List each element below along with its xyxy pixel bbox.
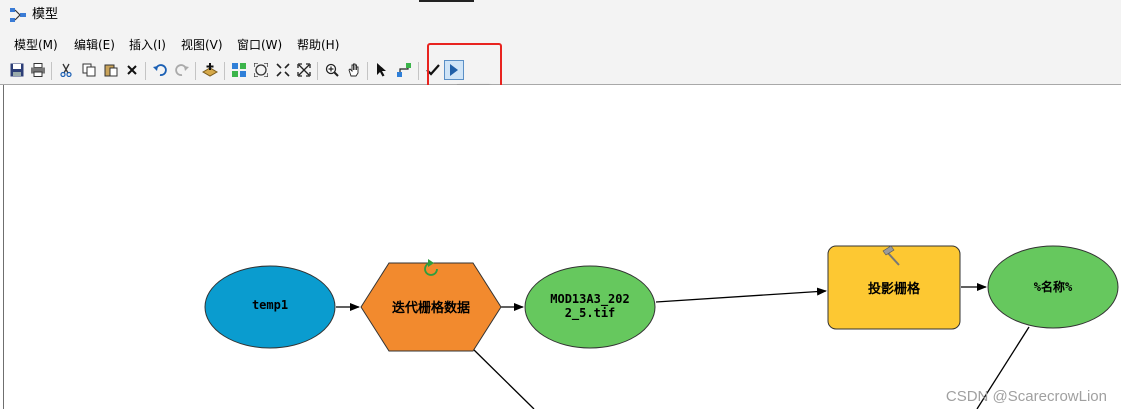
node-project-raster-label: 投影栅格 — [867, 282, 920, 297]
menu-edit[interactable]: 编辑(E) — [74, 37, 115, 53]
toolbar-separator — [224, 62, 225, 80]
undo-icon[interactable] — [150, 60, 170, 80]
model-diagram — [204, 245, 1119, 409]
delete-icon[interactable] — [122, 60, 142, 80]
watermark: CSDN @ScarecrowLion — [945, 388, 1107, 405]
add-data-icon[interactable] — [200, 60, 220, 80]
copy-icon[interactable] — [79, 60, 99, 80]
toolbar-separator — [367, 62, 368, 80]
menu-model[interactable]: 模型(M) — [14, 37, 58, 53]
pan-icon[interactable] — [344, 60, 364, 80]
toolbar-separator — [51, 62, 52, 80]
cut-icon[interactable] — [56, 60, 76, 80]
node-raster-output-label: MOD13A3_202 2_5.tif — [550, 292, 630, 320]
toolbar — [0, 58, 1121, 85]
title-bar: 模型 — [0, 0, 1121, 32]
toolbar-separator — [317, 62, 318, 80]
paste-icon[interactable] — [101, 60, 121, 80]
menu-view[interactable]: 视图(V) — [181, 37, 223, 53]
zoom-in-icon[interactable] — [322, 60, 342, 80]
menu-bar: 模型(M) 编辑(E) 插入(I) 视图(V) 窗口(W) 帮助(H) — [0, 32, 1121, 58]
redo-icon[interactable] — [172, 60, 192, 80]
full-extent-icon[interactable] — [251, 60, 271, 80]
toolbar-separator — [145, 62, 146, 80]
save-icon[interactable] — [7, 60, 27, 80]
toolbar-separator — [418, 62, 419, 80]
menu-window[interactable]: 窗口(W) — [237, 37, 282, 53]
node-iterate-raster-label: 迭代栅格数据 — [391, 301, 470, 316]
window-title: 模型 — [32, 7, 59, 22]
model-app-icon — [10, 8, 26, 22]
menu-insert[interactable]: 插入(I) — [129, 37, 166, 53]
zoom-fixed-out-icon[interactable] — [294, 60, 314, 80]
print-icon[interactable] — [28, 60, 48, 80]
node-name-output-label: %名称% — [1033, 280, 1073, 294]
toolbar-separator — [195, 62, 196, 80]
zoom-fixed-in-icon[interactable] — [273, 60, 293, 80]
node-temp1-label: temp1 — [251, 298, 289, 312]
window-drag-handle[interactable] — [419, 0, 474, 2]
connector-iterate-down[interactable] — [470, 346, 535, 409]
connect-icon[interactable] — [394, 60, 414, 80]
auto-layout-icon[interactable] — [229, 60, 249, 80]
connector-raster-project[interactable] — [655, 287, 827, 303]
menu-help[interactable]: 帮助(H) — [297, 37, 339, 53]
model-canvas[interactable]: temp1 迭代栅格数据 MOD13A3_202 2_5.tif 投影栅格 %名… — [3, 85, 1121, 409]
select-icon[interactable] — [372, 60, 392, 80]
